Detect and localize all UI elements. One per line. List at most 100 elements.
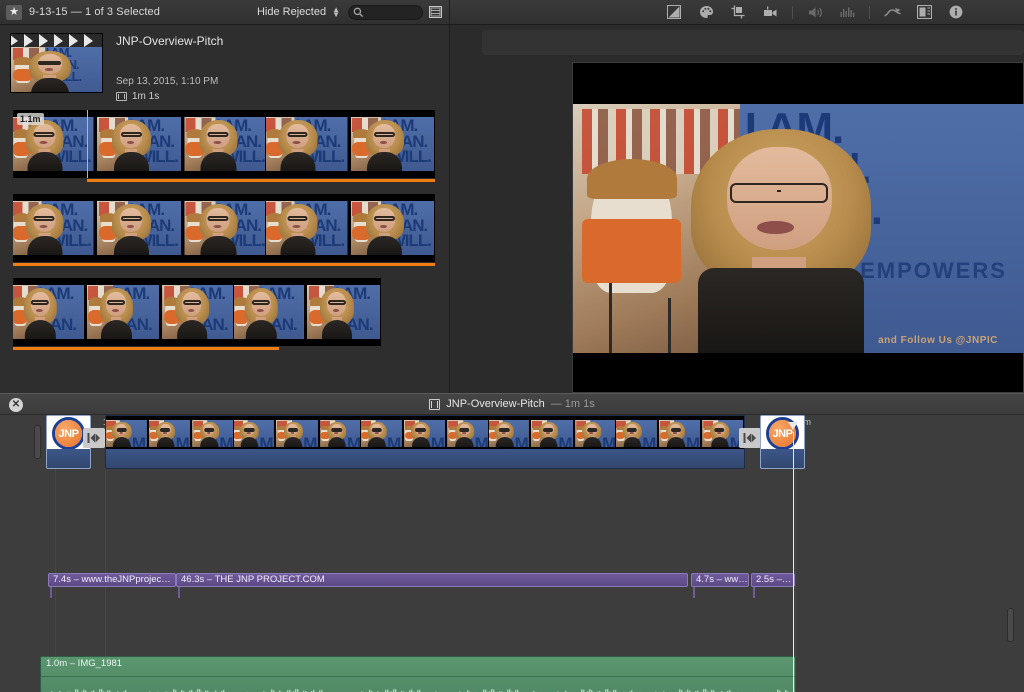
clip-duration-text: 1m 1s xyxy=(132,91,160,102)
volume-icon[interactable] xyxy=(799,0,831,25)
filmstrip-frame[interactable]: I AM.I CAN.I WILL. xyxy=(266,194,351,262)
timeline-clip-frame: I AM.I CAN.I WILL. xyxy=(148,416,192,451)
title-connector-3 xyxy=(693,587,695,598)
filmstrip-frame[interactable]: I AM.I CAN.I WILL. xyxy=(233,278,308,346)
event-browser[interactable]: I AM.I CAN.I WILL. JNP-Overview-Pitch Se… xyxy=(0,25,450,393)
cross-dissolve-transition-icon-2[interactable] xyxy=(739,428,761,448)
favorite-bar-3 xyxy=(13,347,279,350)
close-icon[interactable]: ✕ xyxy=(9,398,23,412)
timeline-clip-frame: I AM.I CAN.I WILL. xyxy=(616,416,659,451)
timeline-clip-frame: I AM.I CAN.I WILL. xyxy=(361,416,404,451)
title-clip-2[interactable]: 46.3s – THE JNP PROJECT.COM xyxy=(176,573,688,587)
filmstrip-frame[interactable]: I AM.I CAN.I WILL. xyxy=(182,110,267,178)
banner-follow-text: and Follow Us @JNPIC xyxy=(878,334,998,346)
audio-equalizer-icon[interactable] xyxy=(831,0,863,25)
toolbar-divider-2 xyxy=(869,5,870,19)
audio-waveform xyxy=(41,676,795,692)
browser-skimmer xyxy=(87,110,88,178)
event-title: 9-13-15 — 1 of 3 Selected xyxy=(29,6,160,18)
title-connector-4 xyxy=(753,587,755,598)
timeline-clip-frame: I AM.I CAN.I WILL. xyxy=(403,416,447,451)
filmstrip-row-1[interactable]: 1.1m I AM.I CAN.I WILL.I AM.I CAN.I WILL… xyxy=(13,110,435,182)
star-icon[interactable]: ★ xyxy=(6,4,22,20)
filmstrip-frame[interactable]: I AM.I CAN.I WILL. xyxy=(13,194,98,262)
project-filmstrip-icon xyxy=(429,398,441,410)
browser-toolbar: ★ 9-13-15 — 1 of 3 Selected Hide Rejecte… xyxy=(0,0,450,24)
adjustment-tools xyxy=(450,0,972,24)
viewer[interactable]: I AM. I CAN. I WILL. EMPOWERS and Follow… xyxy=(572,62,1024,393)
timeline-clip-frame: I AM.I CAN.I WILL. xyxy=(106,416,149,451)
imovie-window: ★ 9-13-15 — 1 of 3 Selected Hide Rejecte… xyxy=(0,0,1024,692)
selected-clip-header: I AM.I CAN.I WILL. JNP-Overview-Pitch Se… xyxy=(0,25,449,107)
stabilization-icon[interactable] xyxy=(754,0,786,25)
title-clip-4[interactable]: 2.5s –… xyxy=(751,573,795,587)
filmstrip-frame[interactable]: I AM.I CAN.I WILL. xyxy=(266,110,351,178)
timeline-clip-frame: I AM.I CAN.I WILL. xyxy=(658,416,702,451)
top-toolbar: ★ 9-13-15 — 1 of 3 Selected Hide Rejecte… xyxy=(0,0,1024,25)
filmstrip-row-2[interactable]: I AM.I CAN.I WILL.I AM.I CAN.I WILL.I AM… xyxy=(13,194,435,266)
viewer-pane: I AM. I CAN. I WILL. EMPOWERS and Follow… xyxy=(450,25,1024,393)
timeline-body[interactable]: 0.0s 1.1s 59.0s 1.0m 7.4s – www.theJNPpr… xyxy=(0,415,1024,692)
timeline-right-gutter xyxy=(996,415,1024,692)
storyline-right-handle[interactable] xyxy=(1007,608,1014,642)
clip-thumbnail-image: I AM.I CAN.I WILL. xyxy=(11,47,102,92)
clip-metadata: JNP-Overview-Pitch Sep 13, 2015, 1:10 PM… xyxy=(103,33,223,107)
clip-filter-icon[interactable] xyxy=(908,0,940,25)
timeline-clip-frame: I AM.I CAN.I WILL. xyxy=(191,416,234,451)
timeline-pane[interactable]: ✕ JNP-Overview-Pitch — 1m 1s 0.0s 1.1s 5… xyxy=(0,393,1024,692)
project-duration: — 1m 1s xyxy=(550,398,595,410)
filmstrip-row-3[interactable]: I AM.I CAN.I WILL.I AM.I CAN.I WILL.I AM… xyxy=(13,278,381,350)
speed-icon[interactable] xyxy=(876,0,908,25)
filmstrip-frame[interactable]: I AM.I CAN.I WILL. xyxy=(160,278,234,346)
timeline-logo-clip-end[interactable]: JNP xyxy=(760,415,805,469)
title-clip-1[interactable]: 7.4s – www.theJNPprojec… xyxy=(48,573,176,587)
glasses-icon xyxy=(730,182,828,203)
timeline-video-clip[interactable]: I AM.I CAN.I WILL.I AM.I CAN.I WILL.I AM… xyxy=(105,415,745,469)
duration-filmstrip-icon xyxy=(116,92,127,101)
filmstrip-frame[interactable]: I AM.I CAN.I WILL. xyxy=(182,194,267,262)
timeline-clip-frame: I AM.I CAN.I WILL. xyxy=(319,416,362,451)
filmstrip-frame[interactable]: I AM.I CAN.I WILL. xyxy=(97,194,182,262)
clip-duration: 1m 1s xyxy=(116,91,223,102)
filmstrip-frame[interactable]: I AM.I CAN.I WILL. xyxy=(307,278,381,346)
filmstrip-frame[interactable]: I AM.I CAN.I WILL. xyxy=(86,278,161,346)
project-title-group: JNP-Overview-Pitch — 1m 1s xyxy=(429,398,595,410)
audio-clip[interactable]: 1.0m – IMG_1981 xyxy=(40,656,796,692)
clip-date: Sep 13, 2015, 1:10 PM xyxy=(116,76,219,87)
filmstrip-view-icon[interactable] xyxy=(428,5,443,19)
timeline-clip-frame: I AM.I CAN.I WILL. xyxy=(233,416,277,451)
timeline-gridline-1 xyxy=(55,432,56,692)
search-input[interactable] xyxy=(348,4,423,20)
filmstrip-area[interactable]: 1.1m I AM.I CAN.I WILL.I AM.I CAN.I WILL… xyxy=(0,110,449,350)
timeline-gridline-3 xyxy=(795,432,796,692)
timeline-clip-frame: I AM.I CAN.I WILL. xyxy=(488,416,532,451)
playhead-handle-icon[interactable] xyxy=(788,422,798,430)
title-clips-row[interactable]: 7.4s – www.theJNPprojec… 46.3s – THE JNP… xyxy=(0,573,1024,587)
enhance-icon[interactable] xyxy=(658,0,690,25)
timeline-clip-frame: I AM.I CAN.I WILL. xyxy=(701,416,744,451)
cross-dissolve-transition-icon[interactable] xyxy=(83,428,105,448)
filmstrip-frame[interactable]: I AM.I CAN.I WILL. xyxy=(97,110,182,178)
hide-rejected-label[interactable]: Hide Rejected xyxy=(257,6,326,18)
timeline-clip-frame: I AM.I CAN.I WILL. xyxy=(446,416,489,451)
project-name: JNP-Overview-Pitch xyxy=(446,398,545,410)
hide-rejected-stepper-icon[interactable]: ▲ ▼ xyxy=(332,6,340,19)
filmstrip-frame[interactable]: I AM.I CAN.I WILL. xyxy=(350,110,435,178)
jnp-logo-text-tl-start: JNP xyxy=(58,427,79,440)
subject-person xyxy=(690,128,872,353)
clip-thumbnail[interactable]: I AM.I CAN.I WILL. xyxy=(10,33,103,93)
title-connector-2 xyxy=(178,587,180,598)
filmstrip-frame[interactable]: I AM.I CAN.I WILL. xyxy=(350,194,435,262)
color-balance-icon[interactable] xyxy=(690,0,722,25)
crop-icon[interactable] xyxy=(722,0,754,25)
filmstrip-frame[interactable]: I AM.I CAN.I WILL. xyxy=(13,278,87,346)
favorite-bar xyxy=(87,179,435,182)
audio-clip-label: 1.0m – IMG_1981 xyxy=(46,658,123,669)
slate-icon xyxy=(11,34,102,47)
info-icon[interactable] xyxy=(940,0,972,25)
filmstrip-duration-badge: 1.1m xyxy=(17,113,44,125)
storyline-left-handle[interactable] xyxy=(34,425,41,459)
clip-name: JNP-Overview-Pitch xyxy=(116,34,224,48)
title-clip-3[interactable]: 4.7s – ww… xyxy=(691,573,749,587)
timeline-playhead[interactable] xyxy=(788,422,798,692)
